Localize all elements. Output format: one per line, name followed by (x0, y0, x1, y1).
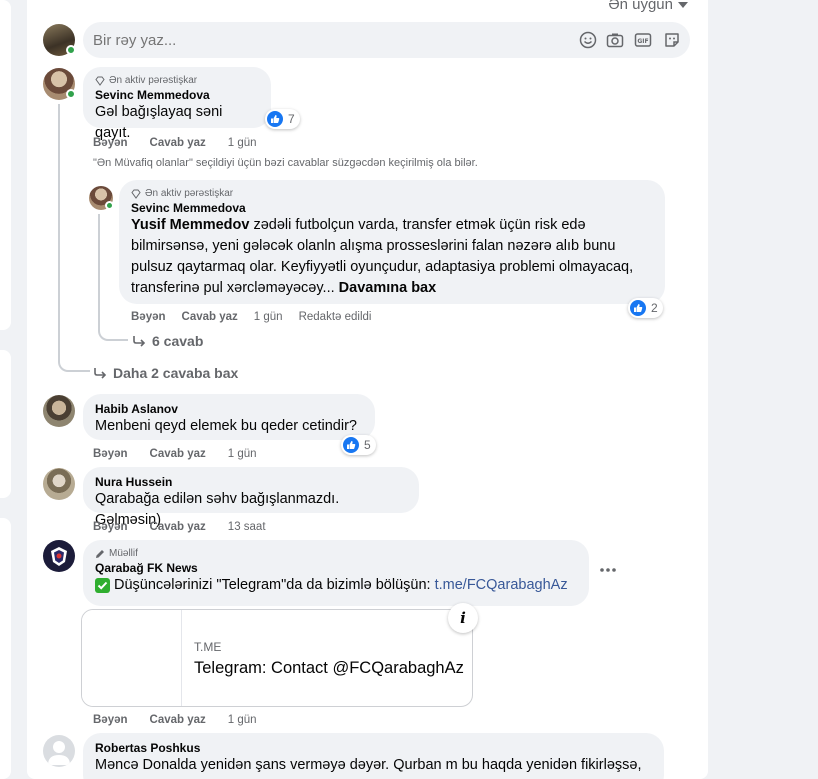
side-card (0, 518, 11, 779)
page-logo-avatar[interactable] (43, 540, 75, 572)
avatar[interactable] (43, 735, 75, 767)
pencil-icon (96, 549, 104, 558)
link-title: Telegram: Contact @FCQarabaghAz (194, 659, 464, 677)
avatar[interactable] (43, 468, 75, 500)
link-preview-card[interactable]: T.ME Telegram: Contact @FCQarabaghAz (81, 609, 473, 707)
reaction-count[interactable]: 7 (265, 109, 300, 129)
badge-label: Ən aktiv pərəstişkar (109, 75, 198, 86)
comment-bubble: Robertas Poshkus Məncə Donalda yenidən ş… (83, 733, 664, 779)
reply-button[interactable]: Cavab yaz (182, 311, 238, 323)
comment-bubble: Ən aktiv pərəstişkar Sevinc Memmedova Yu… (119, 180, 665, 304)
comment-time[interactable]: 1 gün (254, 311, 283, 323)
comment-text: Menbeni qeyd elemek bu qeder cetindir? (95, 418, 357, 434)
comments-panel: Ən uyğun GIF Ən aktiv pərəstişkar Sevinc… (27, 0, 708, 779)
comment-text: Məncə Donalda yenidən şans verməyə dəyər… (95, 757, 642, 773)
comment-text: Yusif Memmedov zədəli futbolçun varda, t… (131, 215, 653, 299)
comment-time[interactable]: 1 gün (228, 448, 257, 460)
sticker-icon[interactable] (663, 31, 681, 49)
comment-actions: Bəyən Cavab yaz 1 gün Redaktə edildi (131, 311, 371, 323)
comment-author[interactable]: Habib Aslanov (95, 402, 363, 416)
camera-icon[interactable] (606, 31, 624, 49)
edited-label: Redaktə edildi (298, 311, 372, 323)
comment-actions: Bəyən Cavab yaz 13 saat (93, 521, 266, 533)
like-icon (343, 437, 359, 453)
author-badge: Müəllif (95, 548, 577, 559)
comment-bubble: Habib Aslanov Menbeni qeyd elemek bu qed… (83, 394, 375, 440)
diamond-icon (131, 189, 141, 199)
telegram-link[interactable]: t.me/FCQarabaghAz (435, 577, 568, 593)
comment-time[interactable]: 1 gün (228, 137, 257, 149)
online-indicator (105, 201, 114, 210)
comment-author[interactable]: Nura Hussein (95, 475, 407, 489)
comment-author[interactable]: Sevinc Memmedova (131, 201, 653, 215)
comment-actions: Bəyən Cavab yaz 1 gün (93, 448, 257, 460)
comment-time[interactable]: 1 gün (228, 714, 257, 726)
like-button[interactable]: Bəyən (93, 448, 128, 460)
more-options-button[interactable] (597, 562, 619, 578)
mention-link[interactable]: Yusif Memmedov (131, 217, 249, 233)
comment-bubble: Müəllif Qarabağ FK News Düşüncələrinizi … (83, 540, 589, 606)
badge-label: Ən aktiv pərəstişkar (145, 188, 234, 199)
emoji-icon[interactable] (579, 31, 597, 49)
top-fan-badge: Ən aktiv pərəstişkar (131, 188, 653, 199)
sort-dropdown[interactable]: Ən uyğun (608, 0, 688, 13)
view-replies-link[interactable]: 6 cavab (133, 333, 203, 349)
filter-note: "Ən Müvafiq olanlar" seçildiyi üçün bəzi… (93, 157, 478, 169)
reply-button[interactable]: Cavab yaz (150, 448, 206, 460)
thread-line (58, 228, 90, 372)
like-button[interactable]: Bəyən (93, 521, 128, 533)
reaction-count[interactable]: 2 (628, 298, 663, 318)
like-button[interactable]: Bəyən (131, 311, 166, 323)
link-domain: T.ME (194, 640, 222, 654)
more-replies-link[interactable]: Daha 2 cavaba bax (94, 365, 238, 381)
comment-author[interactable]: Qarabağ FK News (95, 561, 577, 575)
side-card (0, 0, 11, 330)
like-button[interactable]: Bəyən (93, 137, 128, 149)
comment-body: Düşüncələrinizi "Telegram"da da bizimlə … (114, 577, 435, 593)
sort-label: Ən uyğun (608, 0, 673, 13)
club-logo-icon (51, 547, 67, 566)
comment-author[interactable]: Robertas Poshkus (95, 741, 652, 755)
comment-bubble: Nura Hussein Qarabağa edilən səhv bağışl… (83, 467, 419, 528)
comment-actions: Bəyən Cavab yaz 1 gün (93, 137, 257, 149)
reaction-count[interactable]: 5 (341, 435, 376, 455)
like-icon (267, 111, 283, 127)
avatar[interactable] (43, 395, 75, 427)
chevron-down-icon (678, 2, 688, 9)
reply-arrow-icon (94, 368, 107, 379)
comment-bubble: Ən aktiv pərəstişkar Sevinc Memmedova Gə… (83, 67, 271, 141)
comment-time[interactable]: 13 saat (228, 521, 266, 533)
comment-text: Düşüncələrinizi "Telegram"da da bizimlə … (95, 575, 577, 596)
comment-author[interactable]: Sevinc Memmedova (95, 88, 259, 102)
default-user-icon (48, 741, 70, 765)
reply-button[interactable]: Cavab yaz (150, 137, 206, 149)
comment-input[interactable] (93, 30, 563, 50)
top-fan-badge: Ən aktiv pərəstişkar (95, 75, 259, 86)
online-indicator (66, 45, 76, 55)
link-preview-thumbnail (82, 610, 182, 706)
comment-composer[interactable]: GIF (83, 22, 690, 58)
diamond-icon (95, 76, 105, 86)
see-more-link[interactable]: Davamına bax (335, 280, 437, 296)
side-card (0, 350, 11, 498)
more-horizontal-icon (600, 568, 616, 572)
thread-line (58, 190, 90, 204)
badge-label: Müəllif (109, 548, 138, 559)
svg-text:GIF: GIF (637, 38, 648, 45)
like-icon (630, 300, 646, 316)
gif-icon[interactable]: GIF (634, 31, 652, 49)
thread-line (58, 104, 60, 232)
info-icon[interactable]: i (448, 603, 478, 633)
reply-button[interactable]: Cavab yaz (150, 714, 206, 726)
check-mark-icon (95, 578, 110, 593)
comment-actions: Bəyən Cavab yaz 1 gün (93, 714, 257, 726)
reply-arrow-icon (133, 336, 146, 347)
online-indicator (66, 89, 76, 99)
reply-button[interactable]: Cavab yaz (150, 521, 206, 533)
like-button[interactable]: Bəyən (93, 714, 128, 726)
